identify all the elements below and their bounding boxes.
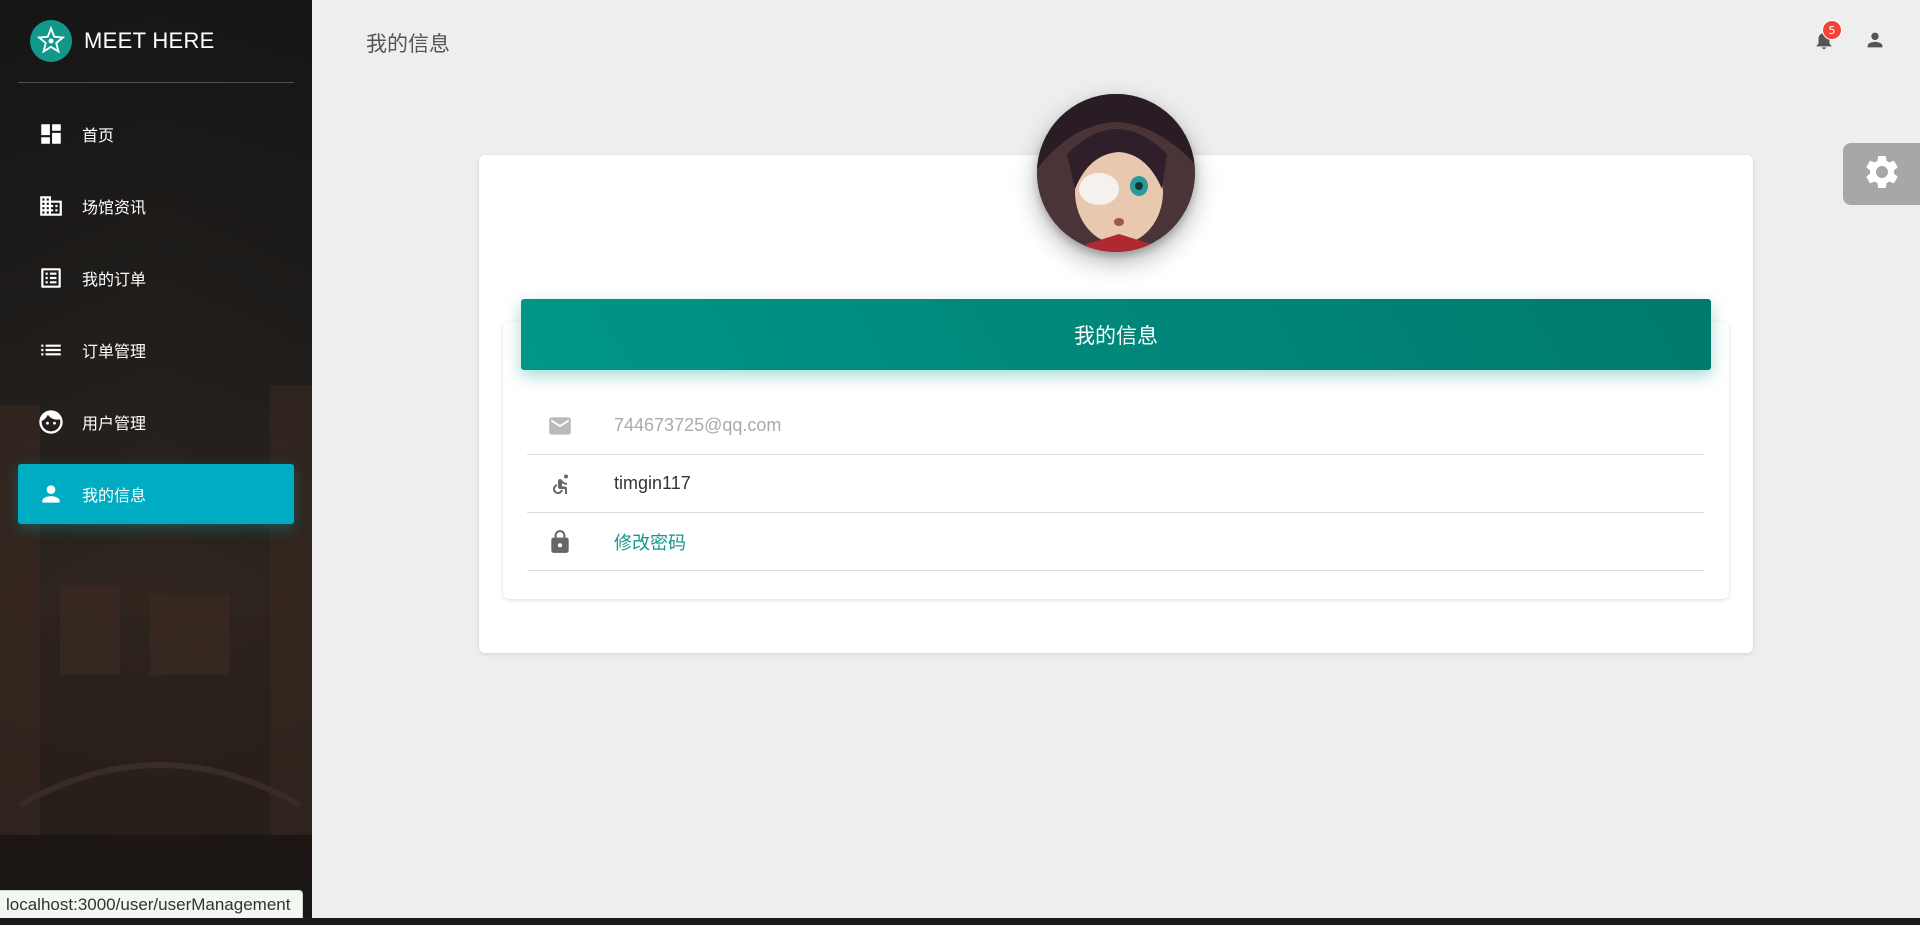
username-row: timgin117 — [527, 455, 1704, 513]
notification-badge: 5 — [1822, 20, 1842, 40]
sidebar-item-label: 我的订单 — [82, 270, 147, 289]
person-icon — [1864, 29, 1886, 55]
sidebar-nav: 首页 场馆资讯 我的订单 订单管理 用户管理 我的信息 — [18, 104, 294, 536]
change-password-link[interactable]: 修改密码 — [614, 529, 686, 555]
sidebar: MEET HERE 首页 场馆资讯 我的订单 订单管理 用户管理 我的信息 — [0, 0, 312, 925]
sidebar-item-user-management[interactable]: 用户管理 — [18, 392, 294, 452]
sidebar-item-label: 场馆资讯 — [82, 198, 147, 217]
email-value: 744673725@qq.com — [614, 415, 782, 435]
avatar-image — [1037, 94, 1195, 252]
gear-icon — [1862, 152, 1902, 196]
sidebar-item-label: 订单管理 — [82, 342, 147, 361]
star-logo-icon — [30, 20, 72, 62]
password-row: 修改密码 — [527, 513, 1704, 571]
dashboard-icon — [36, 119, 66, 149]
person-icon — [36, 479, 66, 509]
settings-button[interactable] — [1843, 143, 1920, 205]
sidebar-item-my-info[interactable]: 我的信息 — [18, 464, 294, 524]
sidebar-item-label: 用户管理 — [82, 414, 147, 433]
account-button[interactable] — [1859, 26, 1891, 58]
sidebar-item-venues[interactable]: 场馆资讯 — [18, 176, 294, 236]
sidebar-item-label: 首页 — [82, 126, 115, 145]
avatar[interactable] — [1037, 94, 1195, 252]
sidebar-item-my-orders[interactable]: 我的订单 — [18, 248, 294, 308]
info-list: 744673725@qq.com timgin117 修改密码 — [527, 397, 1704, 571]
info-card-header: 我的信息 — [521, 299, 1711, 370]
face-icon — [36, 407, 66, 437]
username-value: timgin117 — [614, 473, 691, 493]
window-bottom-edge — [0, 918, 1920, 925]
building-icon — [36, 191, 66, 221]
sidebar-item-label: 我的信息 — [82, 486, 147, 505]
sidebar-item-order-management[interactable]: 订单管理 — [18, 320, 294, 380]
notifications-button[interactable]: 5 — [1808, 20, 1842, 58]
list-alt-icon — [36, 263, 66, 293]
status-bar-url: localhost:3000/user/userManagement — [0, 890, 304, 919]
list-icon — [36, 335, 66, 365]
lock-icon — [545, 527, 575, 557]
email-icon — [545, 411, 575, 441]
email-row: 744673725@qq.com — [527, 397, 1704, 455]
sidebar-item-home[interactable]: 首页 — [18, 104, 294, 164]
brand[interactable]: MEET HERE — [18, 0, 294, 83]
brand-name: MEET HERE — [84, 28, 215, 53]
page-title: 我的信息 — [366, 32, 450, 56]
accessible-icon — [545, 469, 575, 499]
